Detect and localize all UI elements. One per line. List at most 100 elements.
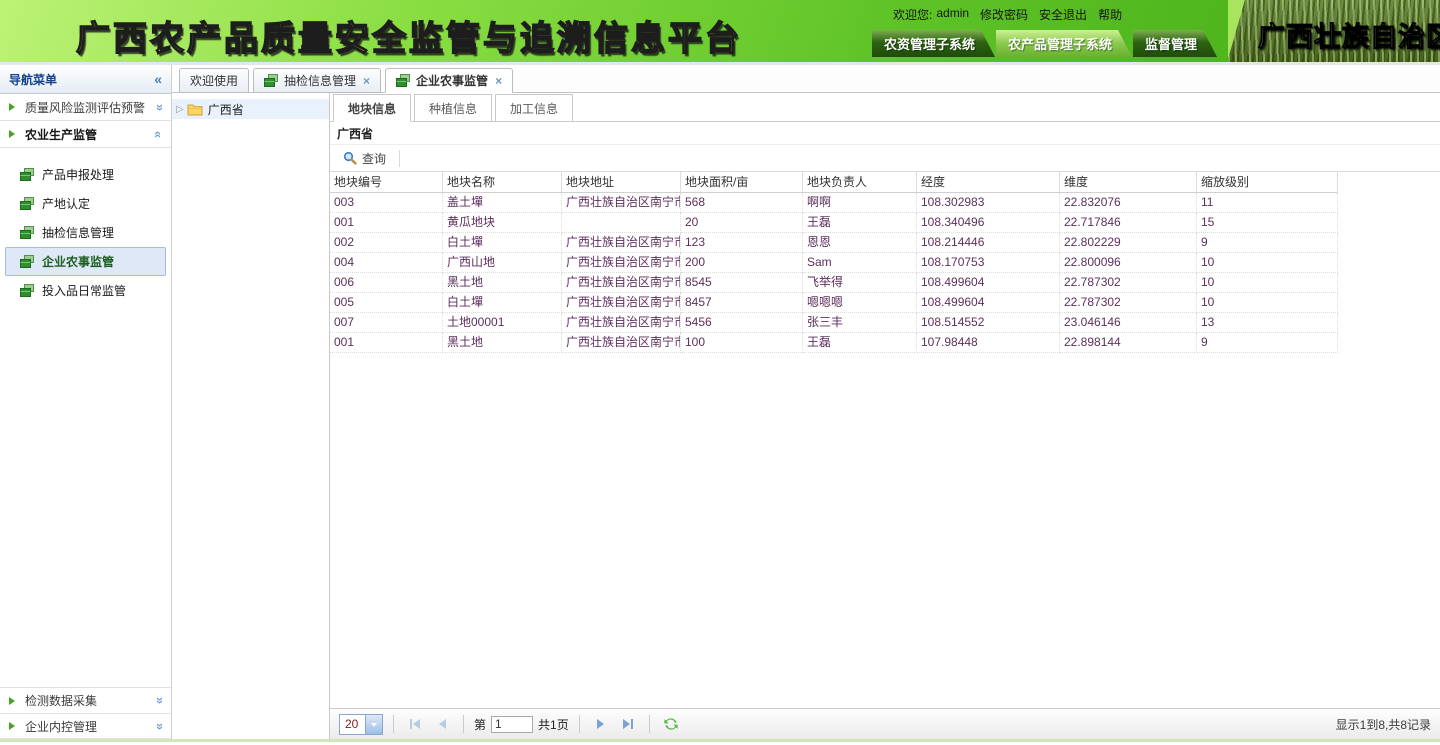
tab-sampling-info[interactable]: 抽检信息管理 ×: [253, 68, 381, 93]
system-tab-nongchanpin[interactable]: 农产品管理子系统: [996, 30, 1132, 57]
last-page-icon[interactable]: [617, 714, 639, 734]
next-page-icon[interactable]: [590, 714, 612, 734]
green-arrow-icon: [9, 130, 19, 138]
tab-enterprise-farming[interactable]: 企业农事监管 ×: [385, 68, 513, 93]
column-header[interactable]: 地块面积/亩: [681, 172, 803, 192]
grid-cell: 广西壮族自治区南宁市: [562, 233, 681, 253]
sidebar-item-enterprise-farming[interactable]: 企业农事监管: [5, 247, 166, 276]
grid-cell: 黑土地: [443, 333, 562, 353]
column-header[interactable]: 地块负责人: [803, 172, 917, 192]
prev-page-icon[interactable]: [431, 714, 453, 734]
refresh-icon[interactable]: [660, 714, 682, 734]
table-row[interactable]: 004广西山地广西壮族自治区南宁市200Sam108.17075322.8000…: [330, 253, 1338, 273]
grid-cell: 王磊: [803, 333, 917, 353]
sidebar-item-sampling-info[interactable]: 抽检信息管理: [5, 218, 166, 247]
subtab-planting-info[interactable]: 种植信息: [414, 94, 492, 122]
sidebar-item-product-declaration[interactable]: 产品申报处理: [5, 160, 166, 189]
table-row[interactable]: 005白土墠广西壮族自治区南宁市8457嗯嗯嗯108.49960422.7873…: [330, 293, 1338, 313]
grid-cell: 123: [681, 233, 803, 253]
dropdown-arrow-icon[interactable]: [365, 715, 382, 734]
column-header[interactable]: 地块名称: [443, 172, 562, 192]
query-button[interactable]: 查询: [335, 147, 394, 170]
chevron-double-down-icon[interactable]: «: [151, 722, 166, 729]
green-stack-icon: [20, 226, 35, 239]
green-arrow-icon: [9, 103, 19, 111]
page-size-select[interactable]: 20: [339, 714, 383, 735]
window-bottom-edge: [0, 739, 1440, 742]
table-row[interactable]: 006黑土地广西壮族自治区南宁市8545飞举得108.49960422.7873…: [330, 273, 1338, 293]
grid-cell: 11: [1197, 193, 1338, 213]
green-stack-icon: [264, 74, 279, 87]
grid-cell: 200: [681, 253, 803, 273]
chevron-double-down-icon[interactable]: «: [151, 697, 166, 704]
grid-cell: 108.214446: [917, 233, 1060, 253]
green-stack-icon: [396, 74, 411, 87]
sidebar-header: 导航菜单 «: [0, 65, 171, 94]
first-page-icon[interactable]: [404, 714, 426, 734]
change-password-link[interactable]: 修改密码: [980, 6, 1028, 23]
grid-cell: 飞举得: [803, 273, 917, 293]
table-row[interactable]: 001黑土地广西壮族自治区南宁市100王磊107.9844822.8981449: [330, 333, 1338, 353]
grid-cell: 土地00001: [443, 313, 562, 333]
grid-cell: 黑土地: [443, 273, 562, 293]
chevron-double-down-icon[interactable]: «: [151, 103, 166, 110]
grid-cell: 白土墠: [443, 293, 562, 313]
close-icon[interactable]: ×: [495, 74, 502, 88]
sidebar-section-risk-warning[interactable]: 质量风险监测评估预警 «: [0, 94, 171, 121]
grid-cell: 嗯嗯嗯: [803, 293, 917, 313]
grid-cell: 004: [330, 253, 443, 273]
subtab-plot-info[interactable]: 地块信息: [333, 94, 411, 122]
grid-cell: 22.800096: [1060, 253, 1197, 273]
sidebar-section-internal-control[interactable]: 企业内控管理 «: [0, 713, 171, 739]
sidebar-section-production[interactable]: 农业生产监管 «: [0, 121, 171, 148]
table-row[interactable]: 001黄瓜地块20王磊108.34049622.71784615: [330, 213, 1338, 233]
grid-cell: 广西壮族自治区南宁市: [562, 253, 681, 273]
table-row[interactable]: 003盖土墠广西壮族自治区南宁市568啊啊108.30298322.832076…: [330, 193, 1338, 213]
tree-expander-icon[interactable]: ▷: [176, 104, 184, 115]
column-header[interactable]: 地块编号: [330, 172, 443, 192]
grid-cell: 100: [681, 333, 803, 353]
page-number-input[interactable]: [491, 716, 533, 733]
logout-link[interactable]: 安全退出: [1039, 6, 1087, 23]
system-tab-nongzi[interactable]: 农资管理子系统: [872, 30, 995, 57]
grid-cell: 广西壮族自治区南宁市: [562, 273, 681, 293]
welcome-user: 欢迎您: admin: [893, 6, 969, 23]
table-row[interactable]: 007土地00001广西壮族自治区南宁市5456张三丰108.51455223.…: [330, 313, 1338, 333]
grid-cell: 22.787302: [1060, 273, 1197, 293]
help-link[interactable]: 帮助: [1098, 6, 1122, 23]
column-header[interactable]: 经度: [917, 172, 1060, 192]
grid-cell: 005: [330, 293, 443, 313]
sidebar-item-origin-certification[interactable]: 产地认定: [5, 189, 166, 218]
subtab-processing-info[interactable]: 加工信息: [495, 94, 573, 122]
grid-cell: 003: [330, 193, 443, 213]
grid-cell: 王磊: [803, 213, 917, 233]
app-header: 广西农产品质量安全监管与追溯信息平台 欢迎您: admin 修改密码 安全退出 …: [0, 0, 1440, 62]
tree-node-guangxi[interactable]: ▷ 广西省: [172, 99, 329, 119]
page-size-value: 20: [340, 717, 365, 731]
welcome-label: 欢迎您:: [893, 6, 932, 23]
grid-cell: 盖土墠: [443, 193, 562, 213]
column-header[interactable]: 缩放级别: [1197, 172, 1338, 192]
grid-cell: 8545: [681, 273, 803, 293]
page-total: 共1页: [538, 716, 569, 733]
tab-welcome[interactable]: 欢迎使用: [179, 68, 249, 93]
grid-cell: 108.340496: [917, 213, 1060, 233]
grid-cell: 5456: [681, 313, 803, 333]
navigation-sidebar: 导航菜单 « 质量风险监测评估预警 « 农业生产监管 « 产品申报处理: [0, 65, 172, 739]
sidebar-section-detection-data[interactable]: 检测数据采集 «: [0, 687, 171, 713]
grid-cell: 广西壮族自治区南宁市: [562, 293, 681, 313]
grid-cell: 22.802229: [1060, 233, 1197, 253]
sidebar-title: 导航菜单: [9, 71, 57, 88]
column-header[interactable]: 地块地址: [562, 172, 681, 192]
close-icon[interactable]: ×: [363, 74, 370, 88]
column-header[interactable]: 维度: [1060, 172, 1197, 192]
grid-cell: 108.499604: [917, 273, 1060, 293]
table-row[interactable]: 002白土墠广西壮族自治区南宁市123恩恩108.21444622.802229…: [330, 233, 1338, 253]
sidebar-item-input-supervision[interactable]: 投入品日常监管: [5, 276, 166, 305]
grid-cell: 007: [330, 313, 443, 333]
green-arrow-icon: [9, 697, 19, 705]
wheat-banner-image: 广西壮族自治区: [1228, 0, 1440, 62]
system-tab-jiandu[interactable]: 监督管理: [1133, 30, 1217, 57]
chevron-double-up-icon[interactable]: «: [151, 130, 166, 137]
sidebar-collapse-icon[interactable]: «: [154, 71, 162, 87]
